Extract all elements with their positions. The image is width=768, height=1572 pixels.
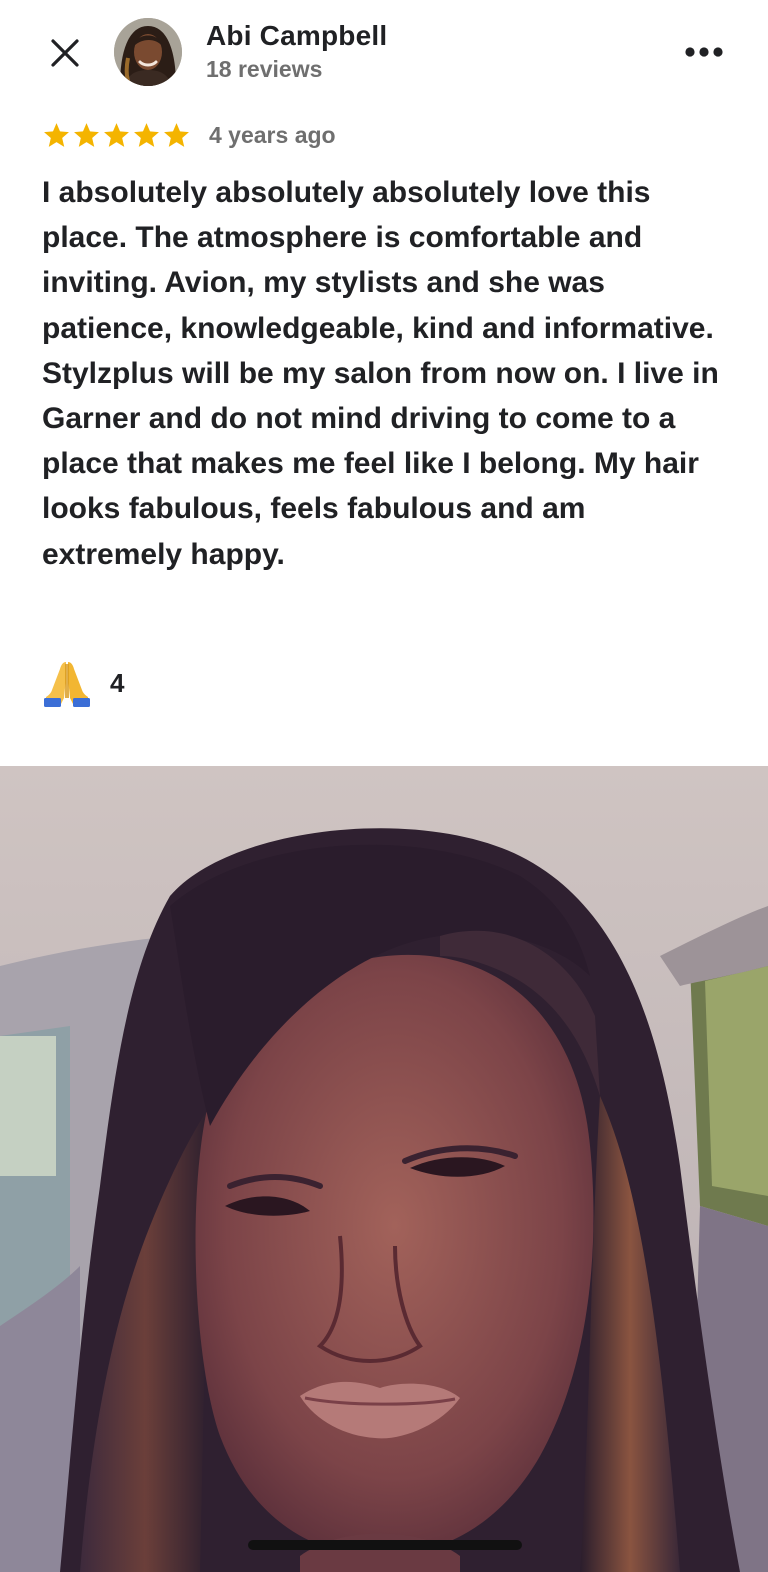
- author-reviews-count: 18 reviews: [206, 56, 323, 82]
- avatar-image: [114, 18, 182, 86]
- close-button[interactable]: [42, 30, 88, 76]
- star-icon: [104, 122, 129, 147]
- rating-row: 4 years ago: [42, 118, 336, 152]
- review-header: Abi Campbell 18 reviews: [0, 0, 768, 112]
- reaction-count: 4: [110, 667, 125, 698]
- reaction-button[interactable]: 4: [42, 658, 124, 708]
- review-date: 4 years ago: [209, 121, 336, 148]
- star-icon: [74, 122, 99, 147]
- review-text: I absolutely absolutely absolutely love …: [42, 176, 719, 571]
- more-horizontal-icon: [685, 47, 723, 57]
- star-rating: [42, 121, 191, 150]
- close-icon: [51, 39, 79, 67]
- star-icon: [44, 122, 69, 147]
- review-photo-image: [0, 766, 768, 1572]
- home-indicator[interactable]: [248, 1540, 522, 1550]
- star-icon: [134, 122, 159, 147]
- author-name[interactable]: Abi Campbell: [206, 20, 387, 52]
- review-photo[interactable]: [0, 766, 768, 1572]
- more-options-button[interactable]: [676, 30, 732, 74]
- star-icon: [164, 122, 189, 147]
- folded-hands-icon: [44, 662, 90, 707]
- avatar[interactable]: [114, 18, 182, 86]
